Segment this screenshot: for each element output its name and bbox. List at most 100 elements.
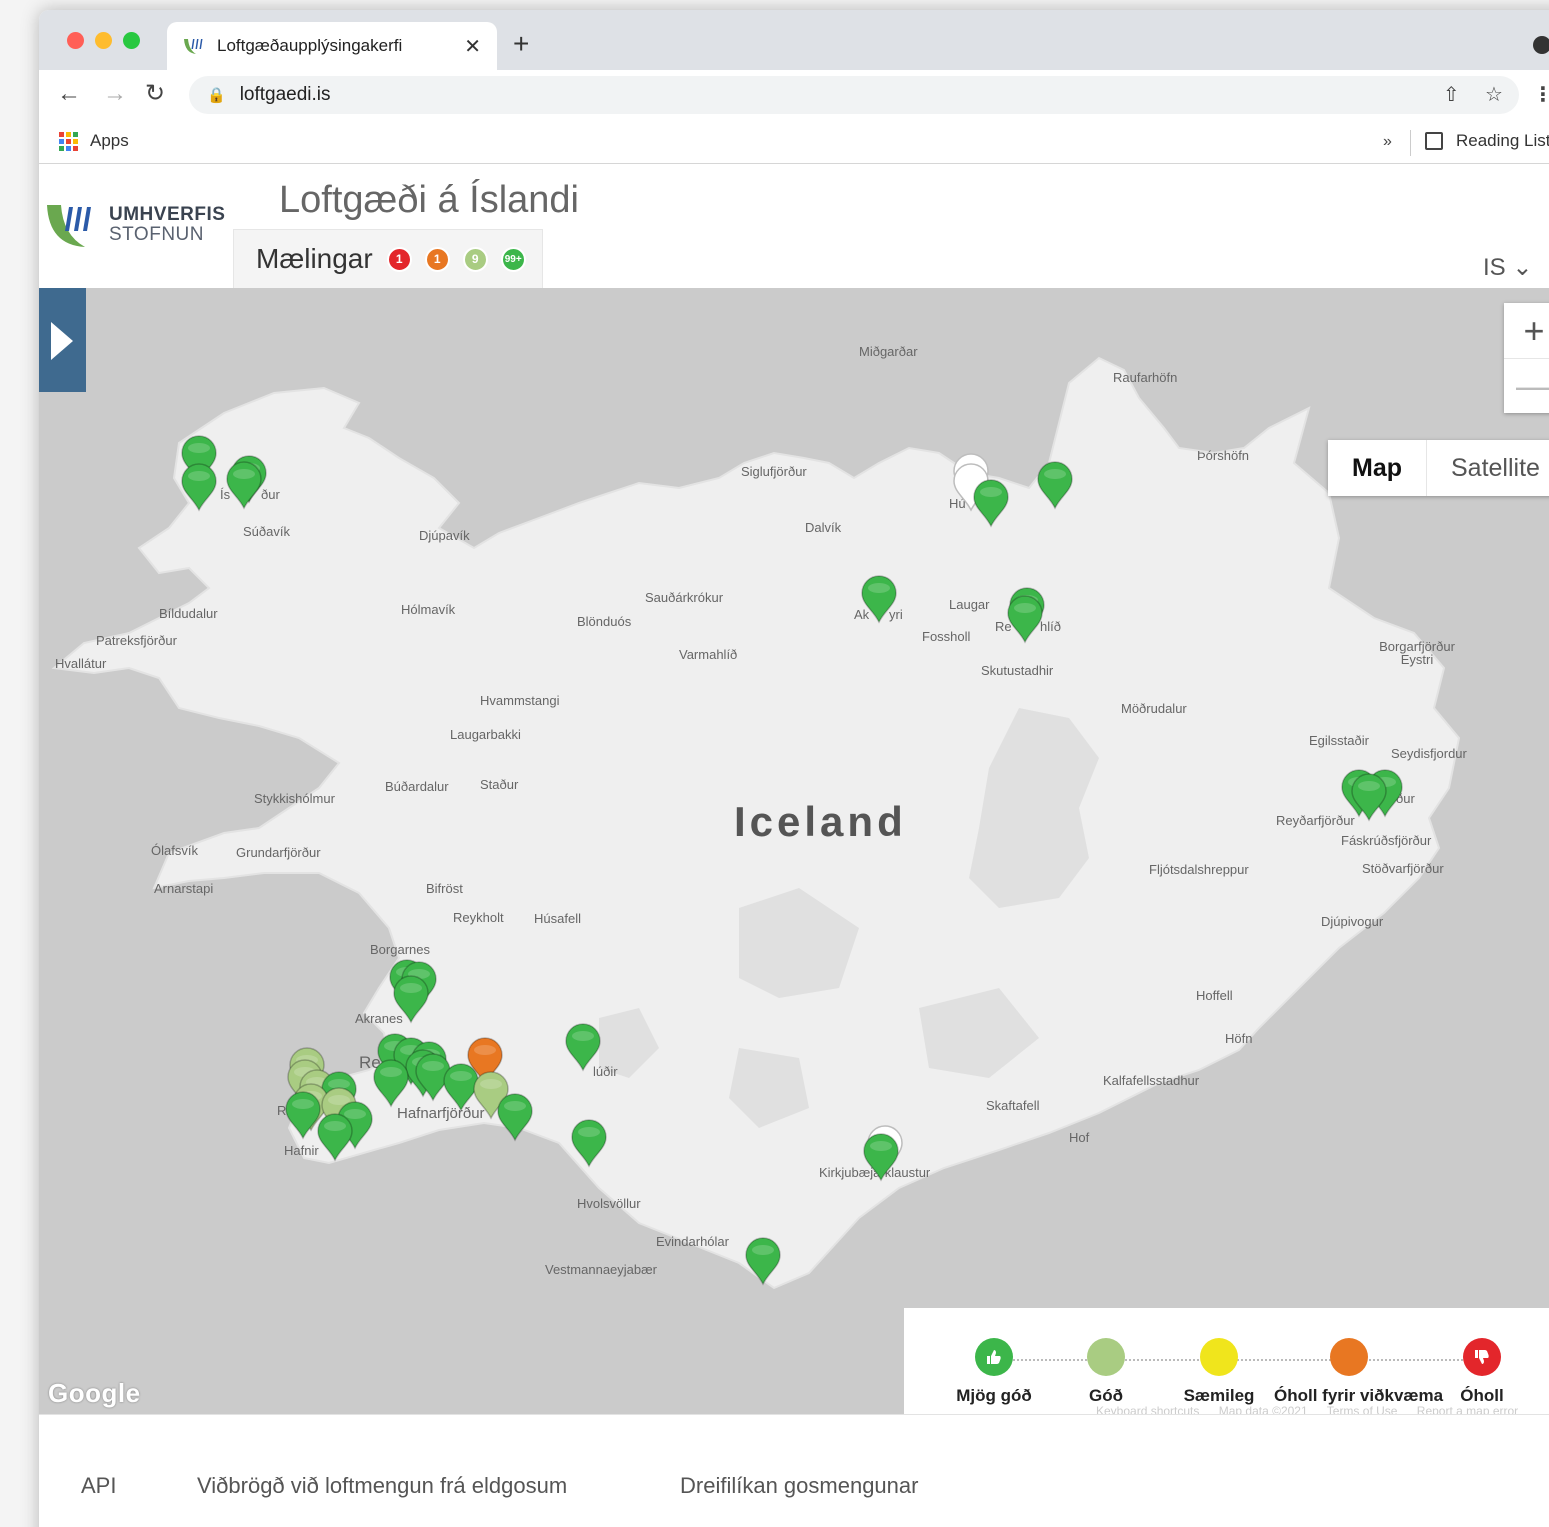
close-window-button[interactable] (67, 32, 84, 49)
apps-bookmark[interactable]: Apps (59, 131, 129, 151)
place-label: Hafnir (284, 1143, 319, 1158)
back-arrow-icon[interactable]: ← (57, 80, 81, 108)
zoom-control: + — (1504, 303, 1549, 413)
place-label: Skaftafell (986, 1098, 1040, 1113)
place-label: Borgarnes (370, 942, 430, 957)
place-label: Stöðvarfjörður (1362, 861, 1444, 876)
measurements-tab[interactable]: Mælingar 1 1 9 99+ (233, 229, 543, 288)
map-data-label: Map data ©2021 (1218, 1404, 1308, 1414)
station-marker-pin-icon[interactable] (495, 1092, 535, 1147)
place-label: Möðrudalur (1121, 701, 1187, 716)
station-marker-pin-icon[interactable] (859, 574, 899, 629)
place-label: Bifröst (426, 881, 463, 896)
reading-list-button[interactable]: Reading List (1425, 131, 1549, 151)
thumbs-up-icon (975, 1338, 1013, 1376)
zoom-out-button[interactable]: — (1504, 358, 1549, 413)
place-label: Stykkishólmur (254, 791, 335, 806)
legend-dot (1330, 1338, 1368, 1376)
station-marker-pin-icon[interactable] (391, 974, 431, 1029)
volcano-response-link[interactable]: Viðbrögð við loftmengun frá eldgosum (197, 1473, 567, 1499)
air-quality-map[interactable]: + — Map Satellite Miðgarðar Raufarhöfn Þ… (39, 288, 1549, 1414)
zoom-in-button[interactable]: + (1504, 303, 1549, 358)
badge-very-good: 99+ (500, 246, 526, 272)
map-attribution: Keyboard shortcuts Map data ©2021 Terms … (1096, 1404, 1534, 1414)
place-label: Hoffell (1196, 988, 1233, 1003)
logo-line-1: UMHVERFIS (109, 204, 226, 225)
station-marker-pin-icon[interactable] (371, 1058, 411, 1113)
tab-close-icon[interactable]: ✕ (464, 34, 481, 59)
browser-toolbar: ← → ↻ 🔒 loftgaedi.is ⇧ ☆ ⋮ (39, 70, 1549, 120)
google-logo: Google (48, 1378, 141, 1408)
legend-item-moderate: Sæmileg (1144, 1338, 1294, 1406)
map-type-satellite-button[interactable]: Satellite (1426, 440, 1549, 496)
bookmarks-divider (1410, 130, 1411, 156)
logo-mark-icon (47, 205, 91, 247)
place-label: Siglufjörður (741, 464, 807, 479)
station-marker-pin-icon[interactable] (569, 1118, 609, 1173)
place-label: Súðavík (243, 524, 290, 539)
place-label: Bíldudalur (159, 606, 218, 621)
logo-line-2: STOFNUN (109, 224, 204, 245)
station-marker-pin-icon[interactable] (563, 1022, 603, 1077)
report-map-error-link[interactable]: Report a map error (1417, 1404, 1518, 1414)
bookmarks-overflow-icon[interactable]: » (1383, 133, 1392, 151)
api-link[interactable]: API (81, 1473, 116, 1499)
legend-dot (1200, 1338, 1238, 1376)
place-label: Djúpavík (419, 528, 470, 543)
place-label: Varmahlíð (679, 647, 738, 662)
badge-sensitive: 1 (424, 246, 450, 272)
minimize-window-button[interactable] (95, 32, 112, 49)
place-label: Þórshöfn (1197, 448, 1250, 463)
station-marker-pin-icon[interactable] (224, 460, 264, 515)
place-label: Borgarfjörður Eystri (1379, 639, 1455, 667)
address-bar[interactable]: 🔒 loftgaedi.is (189, 76, 1519, 114)
place-label: Húsafell (534, 911, 581, 926)
place-label: Blönduós (577, 614, 632, 629)
legend-item-unhealthy: Óholl (1407, 1338, 1549, 1406)
tab-strip: Loftgæðaupplýsingakerfi ✕ + (39, 10, 1549, 70)
legend-item-sensitive: Óholl fyrir viðkvæma (1274, 1338, 1443, 1406)
bookmark-star-icon[interactable]: ☆ (1485, 82, 1503, 107)
share-icon[interactable]: ⇧ (1443, 82, 1460, 107)
place-label: Evindarhólar (656, 1234, 729, 1249)
place-label: Dalvík (805, 520, 842, 535)
apps-grid-icon (59, 131, 78, 151)
station-marker-pin-icon[interactable] (971, 478, 1011, 533)
reload-icon[interactable]: ↻ (145, 80, 165, 108)
country-label: Iceland (734, 798, 907, 845)
place-label: Fáskrúðsfjörður (1341, 833, 1432, 848)
station-marker-pin-icon[interactable] (179, 462, 219, 517)
place-label: Búðardalur (385, 779, 449, 794)
place-label: Patreksfjörður (96, 633, 177, 648)
side-panel-toggle-button[interactable] (39, 288, 86, 392)
terms-of-use-link[interactable]: Terms of Use (1327, 1404, 1398, 1414)
station-marker-pin-icon[interactable] (743, 1236, 783, 1291)
station-marker-pin-icon[interactable] (861, 1132, 901, 1187)
browser-tab[interactable]: Loftgæðaupplýsingakerfi ✕ (167, 22, 497, 70)
place-label: Miðgarðar (859, 344, 918, 359)
place-label: Kalfafellsstadhur (1103, 1073, 1200, 1088)
place-label: Hvolsvöllur (577, 1196, 641, 1211)
language-selector[interactable]: IS ⌄ (1483, 253, 1532, 282)
profile-icon[interactable] (1533, 36, 1549, 54)
new-tab-button[interactable]: + (513, 30, 529, 58)
legend-label: Óholl (1460, 1386, 1504, 1405)
umhverfisstofnun-logo[interactable]: UMHVERFIS STOFNUN (45, 201, 225, 249)
map-type-map-button[interactable]: Map (1328, 440, 1426, 496)
station-marker-pin-icon[interactable] (315, 1112, 355, 1167)
place-label: Ólafsvík (151, 843, 198, 858)
browser-menu-icon[interactable]: ⋮ (1533, 82, 1549, 107)
browser-window: Loftgæðaupplýsingakerfi ✕ + ← → ↻ 🔒 loft… (39, 10, 1549, 1527)
dispersion-model-link[interactable]: Dreifilíkan gosmengunar (680, 1473, 918, 1499)
maximize-window-button[interactable] (123, 32, 140, 49)
station-marker-pin-icon[interactable] (1349, 772, 1389, 827)
forward-arrow-icon[interactable]: → (103, 80, 127, 108)
place-label: Raufarhöfn (1113, 370, 1178, 385)
place-label: Fljótsdalshreppur (1149, 862, 1249, 877)
place-label: Staður (480, 777, 519, 792)
keyboard-shortcuts-link[interactable]: Keyboard shortcuts (1096, 1404, 1199, 1414)
station-marker-pin-icon[interactable] (1005, 594, 1045, 649)
station-marker-pin-icon[interactable] (1035, 460, 1075, 515)
place-label: Hvammstangi (480, 693, 560, 708)
reading-list-icon (1425, 132, 1443, 150)
